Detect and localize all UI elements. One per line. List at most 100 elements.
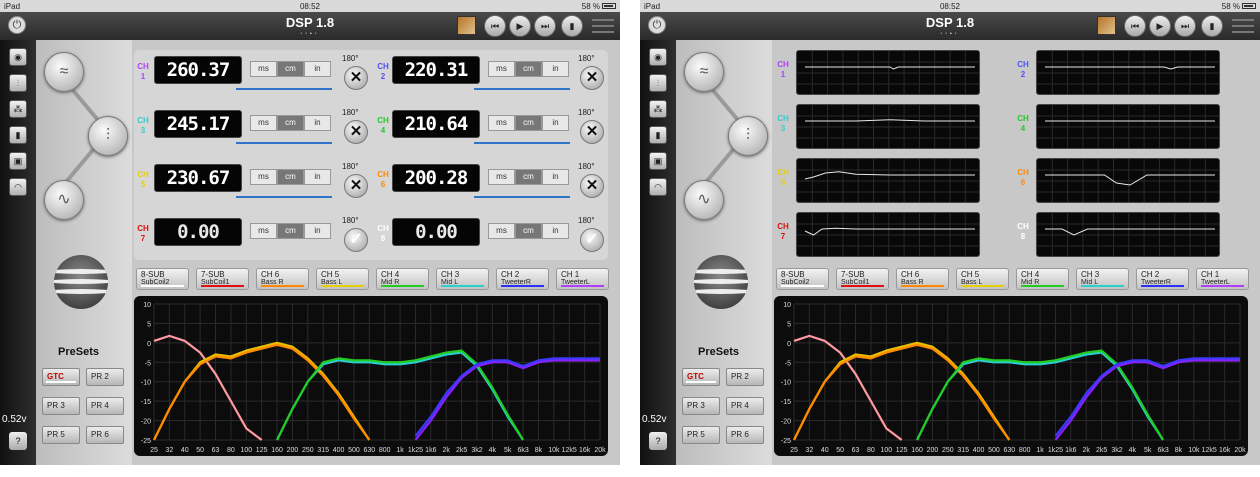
wifi-icon[interactable]: ◠	[649, 178, 667, 196]
channel-eq-preview[interactable]	[1036, 104, 1220, 149]
source-button[interactable]: ▮	[1201, 15, 1223, 37]
channel-tab[interactable]: CH 6 Bass R	[896, 268, 949, 290]
steering-icon[interactable]: ◉	[649, 48, 667, 66]
menu-icon[interactable]	[1232, 17, 1254, 35]
steering-icon[interactable]: ◉	[9, 48, 27, 66]
preset-gtc[interactable]: GTC	[682, 368, 720, 386]
phase-invert-icon[interactable]: ✕	[580, 120, 604, 144]
delay-slider-line[interactable]	[474, 88, 570, 90]
channel-eq-preview[interactable]	[1036, 50, 1220, 95]
filter-node-icon[interactable]: ≈	[684, 52, 724, 92]
delay-value-display[interactable]: 260.37	[154, 56, 242, 84]
unit-in-button[interactable]: in	[304, 223, 331, 239]
source-button[interactable]: ▮	[561, 15, 583, 37]
preset-pr6[interactable]: PR 6	[726, 426, 764, 444]
channel-tab[interactable]: CH 6 Bass R	[256, 268, 309, 290]
unit-cm-button[interactable]: cm	[515, 169, 542, 185]
unit-in-button[interactable]: in	[542, 61, 569, 77]
channel-tab[interactable]: CH 2 TweeterR	[1136, 268, 1189, 290]
channel-tab[interactable]: CH 4 Mid R	[376, 268, 429, 290]
wave-node-icon[interactable]: ∿	[44, 180, 84, 220]
unit-in-button[interactable]: in	[542, 223, 569, 239]
channel-tab[interactable]: 7-SUB SubCoil1	[196, 268, 249, 290]
album-art[interactable]	[457, 16, 476, 35]
phase-invert-icon[interactable]: ✕	[344, 174, 368, 198]
unit-cm-button[interactable]: cm	[515, 223, 542, 239]
speaker-icon[interactable]: ▮	[649, 126, 667, 144]
eq-node-icon[interactable]: ⫶	[88, 116, 128, 156]
chip-icon[interactable]: ▣	[649, 152, 667, 170]
album-art[interactable]	[1097, 16, 1116, 35]
eq-node-icon[interactable]: ⫶	[728, 116, 768, 156]
delay-slider-line[interactable]	[236, 142, 332, 144]
preset-pr6[interactable]: PR 6	[86, 426, 124, 444]
delay-slider-line[interactable]	[474, 142, 570, 144]
unit-ms-button[interactable]: ms	[488, 169, 515, 185]
delay-value-display[interactable]: 200.28	[392, 164, 480, 192]
unit-in-button[interactable]: in	[542, 169, 569, 185]
unit-cm-button[interactable]: cm	[277, 169, 304, 185]
unit-ms-button[interactable]: ms	[250, 61, 277, 77]
preset-gtc[interactable]: GTC	[42, 368, 80, 386]
wave-node-icon[interactable]: ∿	[684, 180, 724, 220]
menu-icon[interactable]	[592, 17, 614, 35]
unit-in-button[interactable]: in	[304, 61, 331, 77]
unit-ms-button[interactable]: ms	[250, 169, 277, 185]
delay-value-display[interactable]: 230.67	[154, 164, 242, 192]
channel-eq-preview[interactable]	[796, 212, 980, 257]
channel-tab[interactable]: CH 1 TweeterL	[1196, 268, 1249, 290]
preset-pr2[interactable]: PR 2	[726, 368, 764, 386]
phase-invert-icon[interactable]: ✕	[580, 66, 604, 90]
preset-pr3[interactable]: PR 3	[42, 397, 80, 415]
prev-track-button[interactable]: ⏮	[1124, 15, 1146, 37]
unit-cm-button[interactable]: cm	[277, 223, 304, 239]
delay-value-display[interactable]: 210.64	[392, 110, 480, 138]
preset-pr3[interactable]: PR 3	[682, 397, 720, 415]
delay-value-display[interactable]: 0.00	[154, 218, 242, 246]
unit-ms-button[interactable]: ms	[250, 115, 277, 131]
channel-tab[interactable]: 8-SUB SubCoil2	[776, 268, 829, 290]
play-button[interactable]: ▶	[509, 15, 531, 37]
delay-value-display[interactable]: 0.00	[392, 218, 480, 246]
unit-ms-button[interactable]: ms	[488, 115, 515, 131]
routing-icon[interactable]: ⁂	[9, 100, 27, 118]
channel-eq-preview[interactable]	[1036, 212, 1220, 257]
phase-check-icon[interactable]: ✓	[344, 228, 368, 252]
unit-ms-button[interactable]: ms	[488, 223, 515, 239]
speaker-icon[interactable]: ▮	[9, 126, 27, 144]
channel-tab[interactable]: 8-SUB SubCoil2	[136, 268, 189, 290]
channel-tab[interactable]: CH 3 Mid L	[1076, 268, 1129, 290]
unit-cm-button[interactable]: cm	[515, 61, 542, 77]
channel-eq-preview[interactable]	[796, 158, 980, 203]
preset-pr5[interactable]: PR 5	[42, 426, 80, 444]
channel-tab[interactable]: CH 4 Mid R	[1016, 268, 1069, 290]
delay-value-display[interactable]: 245.17	[154, 110, 242, 138]
channel-tab[interactable]: CH 1 TweeterL	[556, 268, 609, 290]
unit-cm-button[interactable]: cm	[277, 115, 304, 131]
delay-slider-line[interactable]	[236, 196, 332, 198]
phase-invert-icon[interactable]: ✕	[344, 66, 368, 90]
channel-eq-preview[interactable]	[796, 50, 980, 95]
unit-in-button[interactable]: in	[542, 115, 569, 131]
channel-eq-preview[interactable]	[796, 104, 980, 149]
preset-pr5[interactable]: PR 5	[682, 426, 720, 444]
unit-ms-button[interactable]: ms	[488, 61, 515, 77]
delay-slider-line[interactable]	[236, 88, 332, 90]
unit-cm-button[interactable]: cm	[515, 115, 542, 131]
next-track-button[interactable]: ⏭	[1174, 15, 1196, 37]
unit-in-button[interactable]: in	[304, 169, 331, 185]
channel-tab[interactable]: CH 5 Bass L	[956, 268, 1009, 290]
preset-pr4[interactable]: PR 4	[726, 397, 764, 415]
delay-slider-line[interactable]	[474, 196, 570, 198]
help-button[interactable]: ?	[9, 432, 27, 450]
wifi-icon[interactable]: ◠	[9, 178, 27, 196]
channel-tab[interactable]: CH 5 Bass L	[316, 268, 369, 290]
play-button[interactable]: ▶	[1149, 15, 1171, 37]
next-track-button[interactable]: ⏭	[534, 15, 556, 37]
unit-ms-button[interactable]: ms	[250, 223, 277, 239]
unit-in-button[interactable]: in	[304, 115, 331, 131]
phase-check-icon[interactable]: ✓	[580, 228, 604, 252]
preset-pr4[interactable]: PR 4	[86, 397, 124, 415]
channel-tab[interactable]: CH 2 TweeterR	[496, 268, 549, 290]
prev-track-button[interactable]: ⏮	[484, 15, 506, 37]
